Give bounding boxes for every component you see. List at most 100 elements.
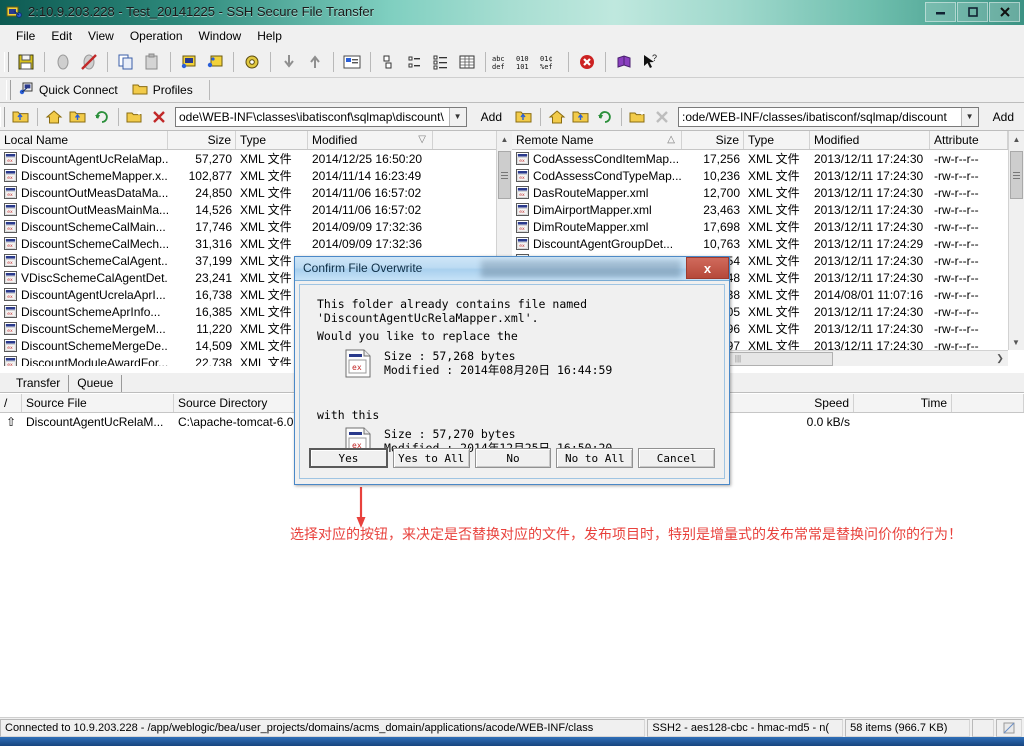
quick-connect-button[interactable]: Quick Connect — [15, 81, 128, 99]
confirm-file-overwrite-dialog[interactable]: Confirm File Overwrite x This folder alr… — [294, 256, 730, 485]
remote-col-attribute[interactable]: Attribute — [930, 131, 1008, 149]
local-delete-icon[interactable] — [147, 106, 171, 128]
queue-col-direction[interactable]: / — [0, 394, 22, 412]
local-col-type[interactable]: Type — [236, 131, 308, 149]
no-button[interactable]: No — [474, 448, 552, 468]
profiles-button[interactable]: Profiles — [128, 82, 203, 99]
remote-up-folder-icon[interactable] — [512, 106, 536, 128]
properties-icon[interactable] — [339, 49, 365, 75]
table-row[interactable]: ex DiscountOutMeasMainMa... 14,526 XML 文件 20… — [0, 201, 511, 218]
paste-icon[interactable] — [139, 49, 165, 75]
list-report-icon[interactable] — [454, 49, 480, 75]
tab-transfer[interactable]: Transfer — [8, 375, 70, 392]
remote-new-folder-icon[interactable] — [626, 106, 650, 128]
xml-file-icon: ex — [4, 271, 17, 284]
remote-parent-folder-icon[interactable] — [569, 106, 593, 128]
list-details-icon[interactable] — [428, 49, 454, 75]
table-row[interactable]: ex DiscountSchemeCalMain... 17,746 XML 文件 20… — [0, 218, 511, 235]
scroll-up-arrow-icon[interactable]: ▲ — [497, 131, 512, 147]
connect-disabled-icon[interactable] — [76, 49, 102, 75]
dialog-close-button[interactable]: x — [686, 257, 729, 279]
remote-add-button[interactable]: Add — [983, 110, 1024, 124]
menu-file[interactable]: File — [8, 27, 43, 45]
no-to-all-button[interactable]: No to All — [556, 448, 634, 468]
queue-col-time[interactable]: Time — [854, 394, 952, 412]
table-row[interactable]: ex DiscountSchemeMapper.x... 102,877 XML 文件… — [0, 167, 511, 184]
queue-col-source-file[interactable]: Source File — [22, 394, 174, 412]
local-home-icon[interactable] — [42, 106, 66, 128]
menu-edit[interactable]: Edit — [43, 27, 80, 45]
quickbar-grip[interactable] — [6, 80, 11, 100]
scroll-right-arrow-icon[interactable]: ❯ — [992, 353, 1008, 364]
cancel-button[interactable]: Cancel — [638, 448, 715, 468]
cell-type: XML 文件 — [748, 271, 800, 285]
remote-col-modified[interactable]: Modified — [810, 131, 930, 149]
copy-icon[interactable] — [113, 49, 139, 75]
window-controls — [925, 2, 1020, 22]
xml-file-icon: ex — [4, 305, 17, 318]
local-up-folder-icon[interactable] — [9, 106, 33, 128]
table-row[interactable]: ex DimAirportMapper.xml 23,463 XML 文件 2013/1… — [512, 201, 1024, 218]
local-scroll-thumb[interactable] — [498, 151, 511, 199]
remote-path-text: :ode/WEB-INF/classes/ibatisconf/sqlmap/d… — [682, 109, 947, 124]
menu-help[interactable]: Help — [249, 27, 290, 45]
local-navbar-grip[interactable] — [0, 106, 5, 127]
remote-refresh-icon[interactable] — [593, 106, 617, 128]
chevron-down-icon[interactable]: ▼ — [448, 107, 466, 126]
yes-to-all-button[interactable]: Yes to All — [392, 448, 470, 468]
remote-col-size[interactable]: Size — [682, 131, 744, 149]
list-small-icons-icon[interactable] — [402, 49, 428, 75]
download-icon[interactable] — [276, 49, 302, 75]
abort-icon[interactable] — [574, 49, 600, 75]
table-row[interactable]: ex DimRouteMapper.xml 17,698 XML 文件 2013/12/… — [512, 218, 1024, 235]
remote-delete-icon[interactable] — [650, 106, 674, 128]
toolbar-grip[interactable] — [4, 51, 9, 72]
table-row[interactable]: ex DiscountSchemeCalMech... 31,316 XML 文件 20… — [0, 235, 511, 252]
minimize-button[interactable] — [925, 2, 956, 22]
table-row[interactable]: ex DiscountAgentGroupDet... 10,763 XML 文件 20… — [512, 235, 1024, 252]
local-refresh-icon[interactable] — [90, 106, 114, 128]
menu-operation[interactable]: Operation — [122, 27, 191, 45]
scroll-down-arrow-icon[interactable]: ▼ — [1009, 334, 1023, 350]
local-col-modified[interactable]: Modified ▽ — [308, 131, 433, 149]
local-path-combobox[interactable]: ode\WEB-INF\classes\ibatisconf\sqlmap\di… — [175, 106, 467, 127]
ascii-transfer-icon[interactable]: abc def — [491, 49, 515, 75]
context-help-icon[interactable]: ? — [637, 49, 663, 75]
help-book-icon[interactable] — [611, 49, 637, 75]
auto-transfer-icon[interactable]: 01¢ %ef — [539, 49, 563, 75]
remote-home-icon[interactable] — [545, 106, 569, 128]
save-icon[interactable] — [13, 49, 39, 75]
local-new-folder-icon[interactable] — [123, 106, 147, 128]
list-large-icons-icon[interactable] — [376, 49, 402, 75]
remote-vertical-scrollbar[interactable]: ▲ ▼ — [1008, 131, 1024, 350]
tab-queue[interactable]: Queue — [69, 375, 123, 392]
new-terminal-icon[interactable] — [202, 49, 228, 75]
remote-col-name[interactable]: Remote Name △ — [512, 131, 682, 149]
window-titlebar: 2:10.9.203.228 - Test_20141225 - SSH Sec… — [0, 0, 1024, 25]
close-button[interactable] — [989, 2, 1020, 22]
yes-button[interactable]: Yes — [309, 448, 388, 468]
table-row[interactable]: ex DiscountAgentUcRelaMap... 57,270 XML 文件 2… — [0, 150, 511, 167]
remote-col-type[interactable]: Type — [744, 131, 810, 149]
new-file-transfer-icon[interactable] — [176, 49, 202, 75]
table-row[interactable]: ex CodAssessCondItemMap... 17,256 XML 文件 201… — [512, 150, 1024, 167]
svg-text:ex: ex — [7, 312, 13, 317]
local-add-button[interactable]: Add — [471, 110, 512, 124]
local-col-name[interactable]: Local Name — [0, 131, 168, 149]
local-col-size[interactable]: Size — [168, 131, 236, 149]
menu-view[interactable]: View — [80, 27, 122, 45]
remote-scroll-thumb[interactable] — [1010, 151, 1023, 199]
binary-transfer-icon[interactable]: 010 101 — [515, 49, 539, 75]
settings-icon[interactable] — [239, 49, 265, 75]
table-row[interactable]: ex CodAssessCondTypeMap... 10,236 XML 文件 201… — [512, 167, 1024, 184]
upload-icon[interactable] — [302, 49, 328, 75]
scroll-up-arrow-icon[interactable]: ▲ — [1009, 131, 1024, 147]
remote-path-combobox[interactable]: :ode/WEB-INF/classes/ibatisconf/sqlmap/d… — [678, 106, 979, 127]
menu-window[interactable]: Window — [191, 27, 250, 45]
disconnect-icon[interactable] — [50, 49, 76, 75]
table-row[interactable]: ex DasRouteMapper.xml 12,700 XML 文件 2013/12/… — [512, 184, 1024, 201]
local-parent-folder-icon[interactable] — [66, 106, 90, 128]
chevron-down-icon[interactable]: ▼ — [960, 107, 978, 126]
table-row[interactable]: ex DiscountOutMeasDataMa... 24,850 XML 文件 20… — [0, 184, 511, 201]
maximize-button[interactable] — [957, 2, 988, 22]
